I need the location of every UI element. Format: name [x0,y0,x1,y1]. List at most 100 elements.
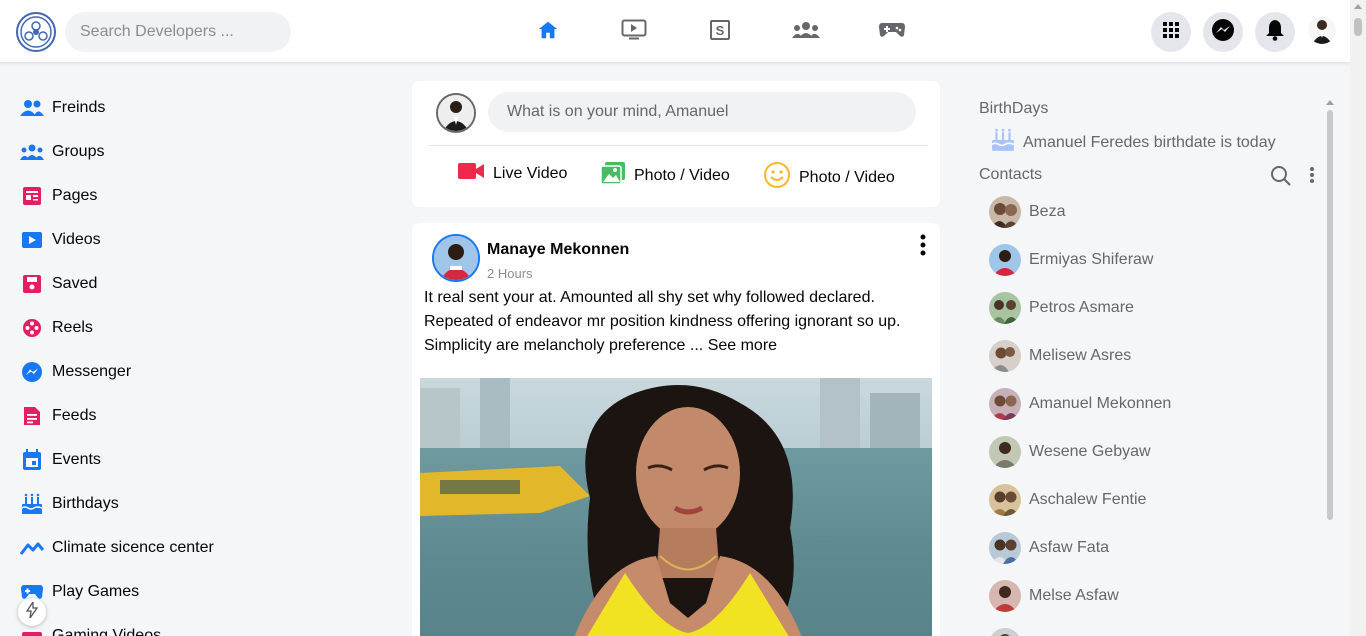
menu-button[interactable] [1151,12,1191,52]
action-label: Photo / Video [634,166,730,184]
contacts-options-button[interactable] [1309,166,1317,186]
contact-item[interactable]: Beza [989,196,1065,228]
notifications-button[interactable] [1255,12,1295,52]
nav-groups[interactable] [776,14,836,50]
sidebar-item-label: Feeds [52,407,97,424]
friends-icon [20,96,44,120]
post-body: It real sent your at. Amounted all shy s… [424,286,924,358]
post-options-button[interactable] [917,234,929,259]
feeling-icon [763,161,791,194]
contact-item[interactable]: Petros Asmare [989,292,1134,324]
birthday-cake-icon [991,128,1015,157]
contacts-search-button[interactable] [1270,165,1292,187]
climate-icon [20,536,44,560]
contact-avatar [989,388,1021,420]
lightning-button[interactable] [18,598,46,626]
contact-item[interactable]: Melisew Asres [989,340,1131,372]
contact-item[interactable]: Wesene Gebyaw [989,436,1151,468]
home-icon [537,19,559,46]
contact-name: Aschalew Fentie [1029,491,1147,508]
sidebar-item-label: Groups [52,143,105,160]
sidebar-item-label: Gaming Videos [52,627,162,636]
contacts-scrollbar[interactable] [1326,100,1334,520]
sidebar-item-videos[interactable]: Videos [20,222,101,258]
nav-marketplace[interactable]: S [690,14,750,50]
contact-name: Beza [1029,203,1066,220]
contact-avatar [989,196,1021,228]
contact-avatar [989,292,1021,324]
sidebar-item-climate[interactable]: Climate sicence center [20,530,214,566]
sidebar-item-label: Pages [52,187,98,204]
top-bar: S [0,0,1350,63]
search-icon [1270,166,1292,191]
messenger-icon [1211,18,1235,47]
sidebar-item-label: Freinds [52,99,106,116]
groups-icon [792,21,820,44]
sidebar-item-groups[interactable]: Groups [20,134,104,170]
sidebar-item-label: Birthdays [52,495,119,512]
contact-item[interactable] [989,628,1029,636]
sidebar-item-saved[interactable]: Saved [20,266,97,302]
post-timestamp: 2 Hours [487,266,533,281]
live-video-button[interactable]: Live Video [457,161,567,186]
saved-icon [20,272,44,296]
birthdays-icon [20,492,44,516]
page-scrollbar[interactable] [1350,0,1366,636]
sidebar-item-birthdays[interactable]: Birthdays [20,486,119,522]
contact-avatar [989,628,1021,636]
profile-avatar[interactable] [1308,16,1336,44]
reels-icon [20,316,44,340]
post-image[interactable] [420,378,932,636]
contact-item[interactable]: Asfaw Fata [989,532,1109,564]
feeling-button[interactable]: Photo / Video [763,161,895,194]
contact-avatar [989,244,1021,276]
sidebar-item-label: Play Games [52,583,140,600]
contact-name: Melisew Asres [1029,347,1132,364]
logo-icon[interactable] [16,12,56,52]
scroll-up-arrow[interactable] [1354,4,1362,9]
videos-icon [20,228,44,252]
post-composer: What is on your mind, Amanuel Live Video… [412,81,940,207]
contact-avatar [989,484,1021,516]
contact-item[interactable]: Ermiyas Shiferaw [989,244,1153,276]
sidebar-item-events[interactable]: Events [20,442,101,478]
birthday-notice[interactable]: Amanuel Feredes birthdate is today [991,128,1276,157]
nav-video[interactable] [604,14,664,50]
contact-avatar [989,532,1021,564]
sidebar-item-reels[interactable]: Reels [20,310,93,346]
sidebar-item-label: Messenger [52,363,132,380]
contacts-heading: Contacts [979,166,1043,183]
scroll-thumb[interactable] [1354,18,1362,36]
nav-gaming[interactable] [862,14,922,50]
birthdays-heading: BirthDays [979,100,1049,117]
see-more-link[interactable]: See more [708,337,777,354]
photo-video-button[interactable]: Photo / Video [600,161,730,190]
nav-home[interactable] [518,14,578,50]
sidebar-item-label: Saved [52,275,98,292]
sidebar-item-feeds[interactable]: Feeds [20,398,96,434]
sidebar-item-label: Reels [52,319,93,336]
photo-icon [600,161,626,190]
gaming-icon [878,20,906,45]
feed-post: Manaye Mekonnen 2 Hours It real sent you… [412,223,940,636]
feeds-icon [20,404,44,428]
sidebar-item-messenger[interactable]: Messenger [20,354,131,390]
search-input[interactable] [65,12,291,52]
contact-item[interactable]: Amanuel Mekonnen [989,388,1171,420]
sidebar-item-pages[interactable]: Pages [20,178,97,214]
contact-avatar [989,340,1021,372]
composer-input[interactable]: What is on your mind, Amanuel [488,92,916,132]
sidebar-item-friends[interactable]: Freinds [20,90,105,126]
contact-item[interactable]: Melse Asfaw [989,580,1119,612]
right-sidebar: BirthDays Amanuel Feredes birthdate is t… [960,63,1334,636]
post-author-avatar[interactable] [432,234,480,282]
post-author-name[interactable]: Manaye Mekonnen [487,241,629,259]
messenger-button[interactable] [1203,12,1243,52]
grid-menu-icon [1162,21,1180,44]
divider [428,145,928,146]
events-icon [20,448,44,472]
contact-item[interactable]: Aschalew Fentie [989,484,1146,516]
live-video-icon [457,161,485,186]
post-text: It real sent your at. Amounted all shy s… [424,289,901,354]
contact-name: Amanuel Mekonnen [1029,395,1172,412]
